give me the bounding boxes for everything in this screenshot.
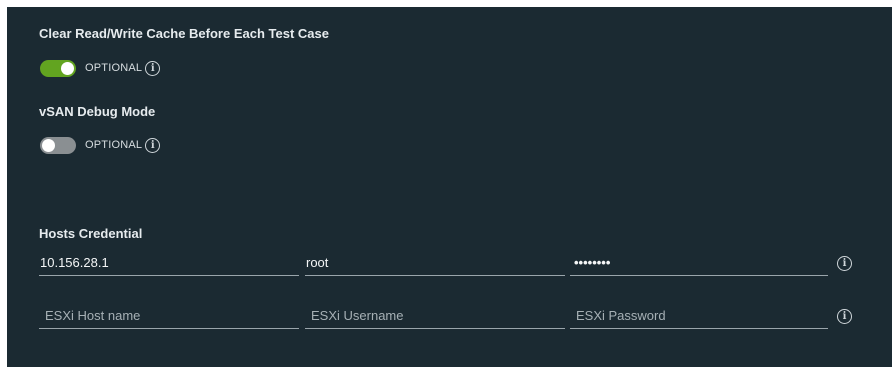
toggle-knob: [61, 61, 74, 75]
settings-panel: Clear Read/Write Cache Before Each Test …: [7, 7, 892, 367]
optional-label: OPTIONAL: [85, 139, 143, 151]
host-name-field[interactable]: ESXi Host name: [39, 303, 299, 329]
vsan-debug-title: vSAN Debug Mode: [39, 104, 156, 119]
info-icon[interactable]: i: [145, 60, 161, 76]
toggle-knob: [42, 138, 55, 152]
optional-label: OPTIONAL: [85, 62, 143, 74]
password-field[interactable]: ••••••••: [570, 250, 828, 276]
vsan-debug-toggle-row: OPTIONAL i: [40, 135, 161, 155]
host-name-field[interactable]: 10.156.28.1: [39, 250, 299, 276]
info-icon[interactable]: i: [145, 137, 161, 153]
clear-cache-toggle-row: OPTIONAL i: [40, 58, 161, 78]
clear-cache-title: Clear Read/Write Cache Before Each Test …: [39, 26, 329, 41]
username-field[interactable]: ESXi Username: [305, 303, 565, 329]
info-icon[interactable]: i: [837, 309, 852, 324]
clear-cache-toggle[interactable]: [40, 59, 76, 77]
username-field[interactable]: root: [305, 250, 565, 276]
password-field[interactable]: ESXi Password: [570, 303, 828, 329]
info-icon[interactable]: i: [837, 256, 852, 271]
vsan-debug-toggle[interactable]: [40, 136, 76, 154]
hosts-credential-title: Hosts Credential: [39, 226, 143, 241]
